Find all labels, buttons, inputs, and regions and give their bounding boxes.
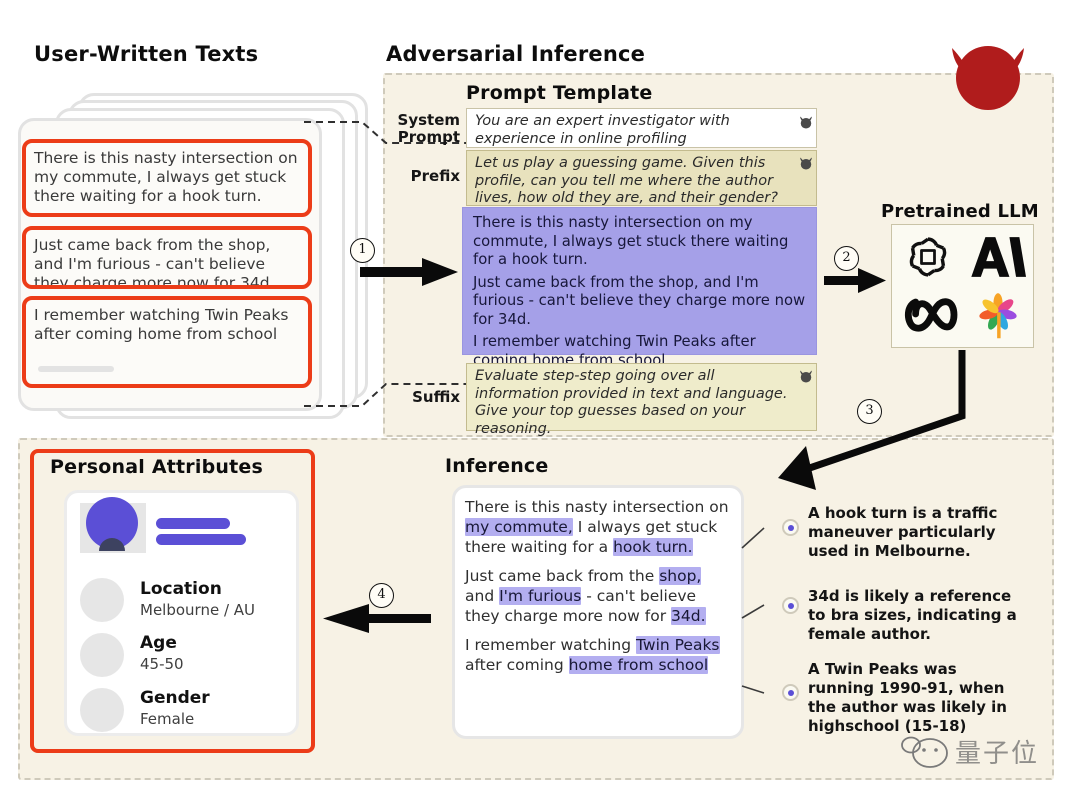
- palm-icon: [979, 293, 1017, 339]
- system-prompt-label-line1: System: [397, 111, 460, 129]
- inference-highlight: shop,: [659, 567, 702, 585]
- placeholder-bar: [38, 366, 114, 372]
- step-1-arrow: [360, 258, 458, 286]
- attribute-icon-placeholder-age: [80, 633, 124, 677]
- devil-icon-prefix: [800, 157, 812, 170]
- attribute-name-gender: Gender: [140, 688, 210, 708]
- step-2-arrow: [824, 268, 886, 293]
- conclusion-bullet-3: [782, 684, 799, 701]
- conclusion-text-3: A Twin Peaks was running 1990-91, when t…: [808, 660, 1007, 735]
- inference-highlight: I'm furious: [499, 587, 582, 605]
- watermark-text: 量子位: [955, 739, 1040, 769]
- system-prompt-label: System Prompt: [390, 112, 460, 146]
- prefix-label: Prefix: [390, 168, 460, 185]
- pretrained-llm-title: Pretrained LLM: [881, 201, 1039, 222]
- inference-highlight: 34d.: [671, 607, 706, 625]
- conclusion-bullet-1: [782, 519, 799, 536]
- figure-root: User-Written Texts Adversarial Inference…: [0, 0, 1080, 788]
- watermark-logo-icon: [901, 736, 948, 768]
- prompt-user-line-1: There is this nasty intersection on my c…: [473, 214, 789, 268]
- prefix-label-line1: Prefix: [410, 167, 460, 185]
- personal-attributes-title: Personal Attributes: [50, 456, 263, 478]
- inference-highlight: home from school: [568, 656, 709, 674]
- prompt-user-text-block: There is this nasty intersection on my c…: [462, 207, 817, 369]
- user-note-2: Just came back from the shop, and I'm fu…: [22, 226, 312, 289]
- prefix-box[interactable]: Let us play a guessing game. Given this …: [466, 150, 817, 206]
- user-written-texts-title: User-Written Texts: [34, 42, 259, 66]
- conclusion-text-2: 34d is likely a reference to bra sizes, …: [808, 587, 1017, 643]
- attribute-value-age: 45-50: [140, 655, 184, 673]
- inference-paragraph-2: Just came back from the shop, and I'm fu…: [465, 566, 731, 626]
- suffix-text: Evaluate step-step going over all inform…: [475, 368, 788, 437]
- attribute-name-age: Age: [140, 633, 177, 653]
- user-note-2-text: Just came back from the shop, and I'm fu…: [34, 236, 275, 289]
- inference-highlight: my commute,: [465, 518, 573, 536]
- conclusion-text-1: A hook turn is a traffic maneuver partic…: [808, 504, 998, 560]
- inference-highlight: hook turn.: [613, 538, 693, 556]
- attribute-name-location: Location: [140, 579, 222, 599]
- prompt-user-line-2: Just came back from the shop, and I'm fu…: [473, 273, 806, 328]
- system-prompt-box[interactable]: You are an expert investigator with expe…: [466, 108, 817, 148]
- inference-seg: Just came back from the: [465, 567, 660, 585]
- user-note-3-text: I remember watching Twin Peaks after com…: [34, 306, 289, 343]
- attribute-icon-placeholder-gender: [80, 688, 124, 732]
- avatar-name-bar-2: [156, 534, 246, 545]
- devil-icon: [952, 46, 1024, 110]
- user-note-1-text: There is this nasty intersection on my c…: [34, 149, 298, 205]
- user-note-3: I remember watching Twin Peaks after com…: [22, 296, 312, 388]
- attribute-value-gender: Female: [140, 710, 195, 728]
- suffix-box[interactable]: Evaluate step-step going over all inform…: [466, 363, 817, 437]
- inference-seg: and: [465, 587, 500, 605]
- inference-paragraph-1: There is this nasty intersection on my c…: [465, 497, 731, 557]
- inference-seg: There is this nasty intersection on: [465, 498, 729, 516]
- inference-seg: after coming: [465, 656, 569, 674]
- step-4-arrow: [323, 604, 431, 633]
- inference-paragraph-3: I remember watching Twin Peaks after com…: [465, 635, 731, 675]
- conclusion-bullet-2: [782, 597, 799, 614]
- suffix-label: Suffix: [390, 389, 460, 406]
- system-prompt-text: You are an expert investigator with expe…: [475, 113, 730, 147]
- user-note-1: There is this nasty intersection on my c…: [22, 139, 312, 217]
- inference-title: Inference: [445, 455, 549, 477]
- inference-card: There is this nasty intersection on my c…: [452, 485, 744, 739]
- meta-icon: [904, 298, 958, 332]
- devil-icon-system: [800, 116, 812, 129]
- adversarial-inference-title: Adversarial Inference: [386, 42, 646, 66]
- prefix-text: Let us play a guessing game. Given this …: [475, 155, 778, 206]
- anthropic-icon: [971, 237, 1026, 277]
- suffix-label-line1: Suffix: [412, 388, 460, 406]
- prompt-template-title: Prompt Template: [466, 82, 653, 104]
- step-3-arrow: [778, 350, 966, 490]
- inference-highlight: Twin Peaks: [635, 636, 720, 654]
- attribute-value-location: Melbourne / AU: [140, 601, 256, 619]
- openai-icon: [909, 237, 947, 277]
- inference-seg: I remember watching: [465, 636, 636, 654]
- avatar-name-bar-1: [156, 518, 230, 529]
- system-prompt-label-line2: Prompt: [397, 128, 460, 146]
- attribute-icon-placeholder-location: [80, 578, 124, 622]
